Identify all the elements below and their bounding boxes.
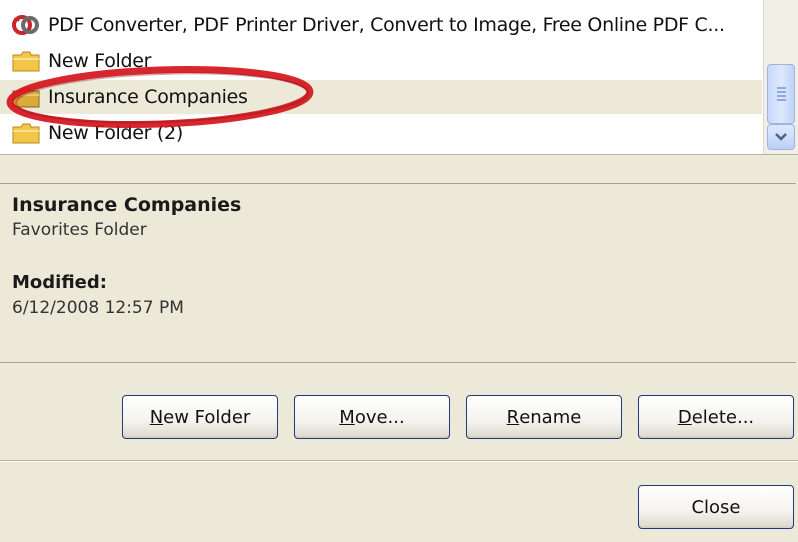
new-folder-button[interactable]: New Folder — [122, 395, 278, 439]
chevron-down-icon — [775, 133, 787, 141]
access-key: D — [677, 406, 692, 428]
modified-value: 6/12/2008 12:57 PM — [12, 298, 184, 318]
grip-icon — [777, 87, 786, 101]
divider — [0, 460, 798, 462]
list-item-label: New Folder — [48, 50, 152, 72]
folder-icon — [12, 86, 40, 108]
list-item[interactable]: New Folder (2) — [0, 116, 762, 150]
list-item-label: New Folder (2) — [48, 122, 183, 144]
button-label-post: ename — [519, 406, 582, 428]
delete-button[interactable]: Delete... — [638, 395, 794, 439]
list-item-selected[interactable]: Insurance Companies — [0, 80, 762, 114]
list-item-label: PDF Converter, PDF Printer Driver, Conve… — [48, 14, 725, 36]
button-label-post: ove... — [354, 406, 405, 428]
button-label-post: ew Folder — [163, 406, 251, 428]
modified-label: Modified: — [12, 272, 107, 293]
list-scrollbar[interactable] — [763, 0, 798, 154]
access-key: M — [339, 406, 355, 428]
favorites-list[interactable]: PDF Converter, PDF Printer Driver, Conve… — [0, 0, 798, 155]
pdf-converter-icon — [12, 14, 40, 36]
list-item[interactable]: PDF Converter, PDF Printer Driver, Conve… — [0, 8, 762, 42]
folder-icon — [12, 50, 40, 72]
list-item-label: Insurance Companies — [48, 86, 248, 108]
rename-button[interactable]: Rename — [466, 395, 622, 439]
scrollbar-thumb[interactable] — [767, 64, 795, 124]
button-label-post: elete... — [691, 406, 755, 428]
scroll-down-button[interactable] — [767, 124, 795, 150]
details-panel: Insurance Companies Favorites Folder Mod… — [0, 183, 796, 363]
move-button[interactable]: Move... — [294, 395, 450, 439]
close-button[interactable]: Close — [638, 485, 794, 529]
selected-item-name: Insurance Companies — [12, 194, 242, 216]
list-item[interactable]: New Folder — [0, 44, 762, 78]
selected-item-type: Favorites Folder — [12, 220, 147, 240]
access-key: R — [506, 406, 520, 428]
folder-icon — [12, 122, 40, 144]
access-key: N — [149, 406, 164, 428]
